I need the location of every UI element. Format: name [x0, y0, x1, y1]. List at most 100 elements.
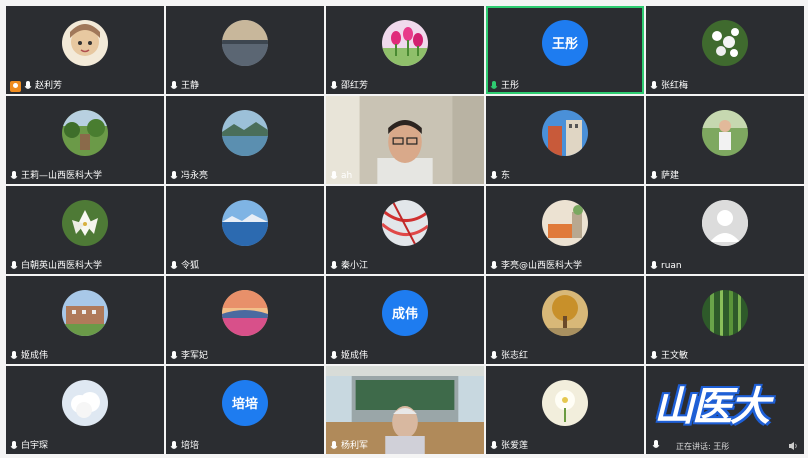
microphone-icon — [330, 260, 338, 272]
lily-flower-avatar — [62, 199, 108, 246]
participant-video-tile[interactable]: ah — [326, 96, 484, 184]
participant-name: 李亮@山西医科大学 — [501, 261, 583, 271]
microphone-icon — [10, 170, 18, 182]
participant-tile[interactable]: 冯永亮 — [166, 96, 324, 184]
participant-name: 培培 — [181, 441, 200, 451]
microphone-icon — [650, 80, 658, 92]
participant-tile[interactable]: 李亮@山西医科大学 — [486, 186, 644, 274]
participant-tile[interactable]: 赵利芳 — [6, 6, 164, 94]
video-grid: 赵利芳 王静 邵红芳 王彤 王彤 张红梅 王莉—山西医科大学 冯永亮 ah 东 … — [6, 6, 804, 454]
participant-tile-active-speaker[interactable]: 王彤 王彤 — [486, 6, 644, 94]
participant-name: 王静 — [181, 81, 200, 91]
participant-name-label: 秦小江 — [330, 260, 368, 272]
participant-name: 王文敏 — [661, 351, 689, 361]
participant-name: 李军妃 — [181, 351, 209, 361]
participant-name-label: 培培 — [170, 440, 199, 452]
participant-name-label: 冯永亮 — [170, 170, 208, 182]
participant-tile[interactable]: 张红梅 — [646, 6, 804, 94]
participant-name-label: ah — [330, 170, 352, 182]
participant-name-label: 杨利军 — [330, 440, 368, 452]
microphone-icon — [490, 260, 498, 272]
microphone-icon — [650, 170, 658, 182]
participant-name-label: 东 — [490, 170, 510, 182]
microphone-icon — [170, 260, 178, 272]
participant-name: 张红梅 — [661, 81, 689, 91]
participant-name-label: 张志红 — [490, 350, 528, 362]
microphone-icon — [330, 170, 338, 182]
microphone-icon — [170, 350, 178, 362]
tulip-flowers-avatar — [382, 19, 428, 66]
microphone-icon — [10, 260, 18, 272]
participant-name-label: 李亮@山西医科大学 — [490, 260, 582, 272]
participant-name-label: 邵红芳 — [330, 80, 368, 92]
participant-tile[interactable]: 东 — [486, 96, 644, 184]
participant-tile[interactable]: 白宇琛 — [6, 366, 164, 454]
microphone-icon — [330, 80, 338, 92]
participant-tile[interactable]: 王莉—山西医科大学 — [6, 96, 164, 184]
participant-tile[interactable]: 王文敏 — [646, 276, 804, 364]
participant-name: 杨利军 — [341, 441, 369, 451]
microphone-icon — [170, 440, 178, 452]
participant-tile[interactable]: 令狐 — [166, 186, 324, 274]
illustrated-face-avatar — [62, 19, 108, 66]
participant-name: 姬成伟 — [21, 351, 49, 361]
microphone-icon — [490, 350, 498, 362]
participant-tile[interactable]: 王静 — [166, 6, 324, 94]
now-speaking-indicator: 正在讲话: 王彤 — [676, 442, 730, 451]
participant-tile[interactable]: 秦小江 — [326, 186, 484, 274]
university-logo: 山医大 — [654, 383, 770, 430]
participant-video-tile[interactable]: 杨利军 — [326, 366, 484, 454]
participant-name: ah — [341, 171, 353, 181]
white-flower-avatar — [542, 379, 588, 426]
participant-name: 白宇琛 — [21, 441, 49, 451]
participant-tile[interactable]: 张志红 — [486, 276, 644, 364]
participant-name-label: 王静 — [170, 80, 199, 92]
participant-name-label: 李军妃 — [170, 350, 208, 362]
participant-tile[interactable]: 萨建 — [646, 96, 804, 184]
campus-building-avatar — [62, 289, 108, 336]
microphone-active-icon — [490, 80, 498, 92]
branding-tile: 山医大 正在讲话: 王彤 — [646, 366, 804, 454]
participant-name: 王莉—山西医科大学 — [21, 171, 103, 181]
participant-name-label: 白宇琛 — [10, 440, 48, 452]
participant-name: 令狐 — [181, 261, 200, 271]
microphone-icon — [330, 350, 338, 362]
microphone-icon — [10, 350, 18, 362]
participant-name-label: 王彤 — [490, 80, 519, 92]
participant-name-label: 白朝英山西医科大学 — [10, 260, 102, 272]
participant-tile[interactable]: 培培 培培 — [166, 366, 324, 454]
participant-name-label: 张爱莲 — [490, 440, 528, 452]
participant-tile[interactable]: 邵红芳 — [326, 6, 484, 94]
participant-name-label: ruan — [650, 260, 682, 272]
participant-tile[interactable]: 白朝英山西医科大学 — [6, 186, 164, 274]
participant-name-label: 赵利芳 — [10, 80, 62, 92]
participant-name: 王彤 — [501, 81, 520, 91]
participant-tile[interactable]: 成伟 姬成伟 — [326, 276, 484, 364]
microphone-icon — [490, 440, 498, 452]
microphone-icon — [24, 80, 32, 92]
microphone-icon — [330, 440, 338, 452]
lake-sunset-photo-avatar — [222, 19, 268, 66]
participant-name-label: 张红梅 — [650, 80, 688, 92]
white-blossom-avatar — [702, 19, 748, 66]
participant-name-label: 王文敏 — [650, 350, 688, 362]
participant-name-label: 王莉—山西医科大学 — [10, 170, 102, 182]
participant-name: ruan — [661, 261, 682, 271]
cartoon-cloud-avatar — [62, 379, 108, 426]
person-green-avatar — [702, 109, 748, 156]
participant-tile[interactable]: 李军妃 — [166, 276, 324, 364]
participant-name: 张爱莲 — [501, 441, 529, 451]
participant-name-label: 令狐 — [170, 260, 199, 272]
participant-name: 萨建 — [661, 171, 680, 181]
participant-tile[interactable]: 张爱莲 — [486, 366, 644, 454]
participant-tile[interactable]: 姬成伟 — [6, 276, 164, 364]
abstract-red-avatar — [382, 199, 428, 246]
host-badge-icon — [10, 80, 21, 92]
microphone-icon — [650, 350, 658, 362]
participant-tile[interactable]: ruan — [646, 186, 804, 274]
default-user-avatar — [702, 199, 748, 246]
participant-name-label: 姬成伟 — [330, 350, 368, 362]
speaker-volume-icon[interactable] — [788, 441, 798, 451]
microphone-icon — [652, 440, 660, 451]
microphone-icon — [170, 170, 178, 182]
